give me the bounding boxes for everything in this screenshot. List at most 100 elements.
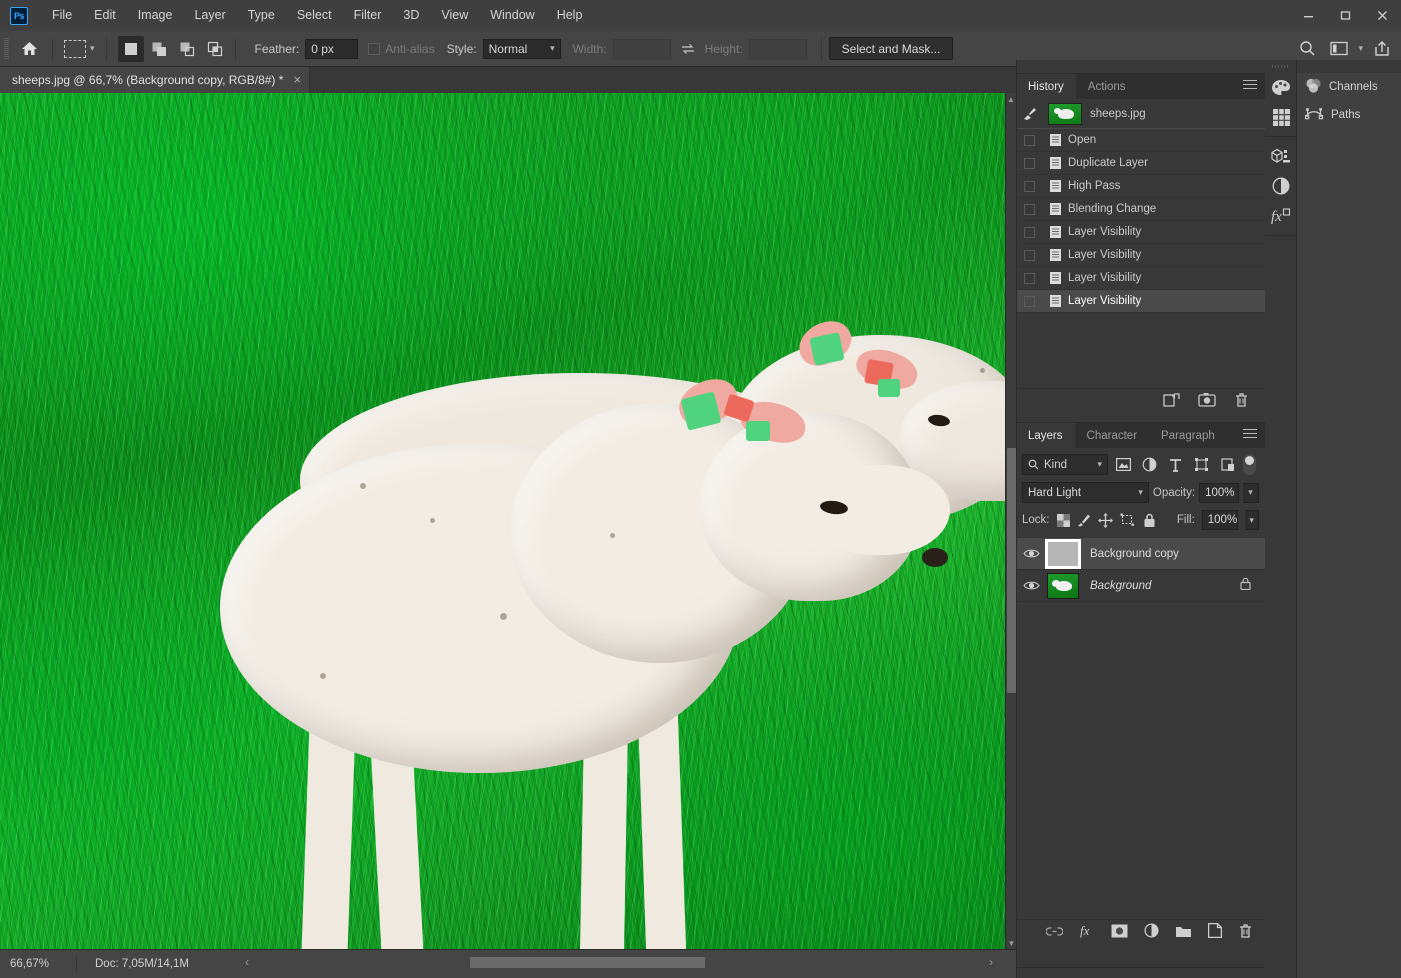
styles-fx-panel-icon[interactable]: fx [1265,201,1297,231]
shape-layer-filter-icon[interactable] [1191,454,1212,475]
history-state-checkbox[interactable] [1016,203,1042,215]
history-state-checkbox[interactable] [1016,157,1042,169]
history-state-checkbox[interactable] [1016,226,1042,238]
options-bar-grip[interactable] [4,37,9,60]
lock-position-icon[interactable] [1098,512,1114,528]
image-canvas[interactable] [0,93,1005,949]
link-layers-icon[interactable] [1045,924,1064,942]
adjustments-panel-icon[interactable] [1265,171,1297,201]
share-icon[interactable] [1369,36,1395,62]
layer-visibility-toggle[interactable] [1016,548,1047,559]
color-panel-icon[interactable] [1265,72,1297,102]
delete-layer-icon[interactable] [1238,923,1253,944]
anti-alias-checkbox[interactable]: Anti-alias [368,42,435,56]
search-icon[interactable] [1294,36,1320,62]
history-item-layer-visibility-1[interactable]: Layer Visibility [1016,221,1265,244]
panel-menu-icon[interactable] [1243,429,1257,441]
side-panel-item-paths[interactable]: Paths [1297,101,1401,129]
layer-visibility-toggle[interactable] [1016,580,1047,591]
lock-transparent-pixels-icon[interactable] [1056,512,1071,528]
scroll-down-arrow-icon[interactable]: ▼ [1006,937,1016,949]
create-snapshot-icon[interactable] [1198,392,1216,412]
scroll-end-arrow-icon[interactable]: › [989,955,993,969]
maximize-button[interactable] [1327,0,1364,31]
lock-image-pixels-icon[interactable] [1077,512,1091,528]
close-icon[interactable]: × [293,73,301,86]
tool-preset-picker[interactable]: ▾ [60,39,99,58]
select-and-mask-button[interactable]: Select and Mask... [828,37,954,60]
create-document-from-state-icon[interactable] [1163,392,1180,413]
close-button[interactable] [1364,0,1401,31]
menu-image[interactable]: Image [127,4,184,27]
layer-name[interactable]: Background copy [1090,548,1265,560]
history-item-high-pass[interactable]: High Pass [1016,175,1265,198]
intersect-with-selection-button[interactable] [202,36,228,62]
menu-help[interactable]: Help [546,4,594,27]
tab-layers[interactable]: Layers [1016,423,1075,448]
layer-kind-select[interactable]: Kind ▾ [1022,454,1108,475]
tab-paragraph[interactable]: Paragraph [1149,423,1227,448]
new-adjustment-layer-icon[interactable] [1144,923,1159,943]
menu-edit[interactable]: Edit [83,4,127,27]
menu-file[interactable]: File [41,4,83,27]
blend-mode-select[interactable]: Hard Light ▾ [1022,482,1149,503]
table-row[interactable]: Background [1016,570,1265,602]
history-state-checkbox[interactable] [1016,180,1042,192]
layer-name[interactable]: Background [1090,580,1240,592]
layer-thumbnail[interactable] [1045,538,1081,569]
menu-view[interactable]: View [430,4,479,27]
history-item-layer-visibility-3[interactable]: Layer Visibility [1016,267,1265,290]
history-item-open[interactable]: Open [1016,129,1265,152]
lock-artboard-nesting-icon[interactable] [1120,512,1135,528]
history-item-layer-visibility-2[interactable]: Layer Visibility [1016,244,1265,267]
canvas-vertical-scrollbar[interactable]: ▲ ▼ [1005,93,1016,949]
type-layer-filter-icon[interactable] [1165,454,1186,475]
table-row[interactable]: Background copy [1016,538,1265,570]
canvas-area[interactable]: ▲ ▼ [0,93,1016,949]
swap-dimensions-icon[interactable] [679,42,697,56]
minimize-button[interactable] [1290,0,1327,31]
panel-menu-icon[interactable] [1243,80,1257,92]
style-select[interactable]: Normal ▾ [482,38,561,59]
history-state-checkbox[interactable] [1016,272,1042,284]
history-state-checkbox[interactable] [1016,249,1042,261]
new-layer-icon[interactable] [1207,922,1223,943]
layer-style-fx-icon[interactable]: fx [1079,923,1095,943]
document-tab[interactable]: sheeps.jpg @ 66,7% (Background copy, RGB… [0,67,311,93]
3d-panel-icon[interactable] [1265,141,1297,171]
new-selection-button[interactable] [117,35,144,62]
history-snapshot-row[interactable]: sheeps.jpg [1016,99,1265,129]
zoom-level-field[interactable]: 66,67% [0,958,76,970]
smart-object-filter-icon[interactable] [1217,454,1238,475]
scroll-up-arrow-icon[interactable]: ▲ [1006,93,1016,105]
opacity-input[interactable]: 100% [1199,482,1240,503]
history-item-duplicate-layer[interactable]: Duplicate Layer [1016,152,1265,175]
scroll-left-arrow-icon[interactable]: ‹ [245,955,249,969]
filter-toggle-switch[interactable] [1243,454,1256,475]
menu-select[interactable]: Select [286,4,343,27]
history-brush-source-icon[interactable] [1016,106,1042,121]
side-panel-item-channels[interactable]: Channels [1297,73,1401,101]
layer-thumbnail[interactable] [1047,572,1079,599]
delete-state-icon[interactable] [1234,392,1249,413]
fill-input[interactable]: 100% [1201,510,1239,530]
new-group-icon[interactable] [1175,924,1192,943]
subtract-from-selection-button[interactable] [174,36,200,62]
fill-stepper-chevron-icon[interactable]: ▾ [1245,510,1260,530]
tab-actions[interactable]: Actions [1075,74,1138,99]
history-item-blending-change[interactable]: Blending Change [1016,198,1265,221]
history-state-checkbox[interactable] [1016,134,1042,146]
feather-input[interactable]: 0 px [305,38,359,59]
history-item-layer-visibility-4[interactable]: Layer Visibility [1016,290,1265,313]
menu-layer[interactable]: Layer [183,4,236,27]
add-layer-mask-icon[interactable] [1111,924,1128,943]
width-input[interactable] [612,38,671,59]
vertical-scroll-thumb[interactable] [1007,448,1016,693]
home-icon[interactable] [13,36,45,62]
add-to-selection-button[interactable] [146,36,172,62]
history-state-checkbox[interactable] [1016,295,1042,307]
adjustment-layer-filter-icon[interactable] [1139,454,1160,475]
menu-filter[interactable]: Filter [343,4,393,27]
opacity-stepper-chevron-icon[interactable]: ▾ [1243,482,1260,503]
menu-3d[interactable]: 3D [392,4,430,27]
